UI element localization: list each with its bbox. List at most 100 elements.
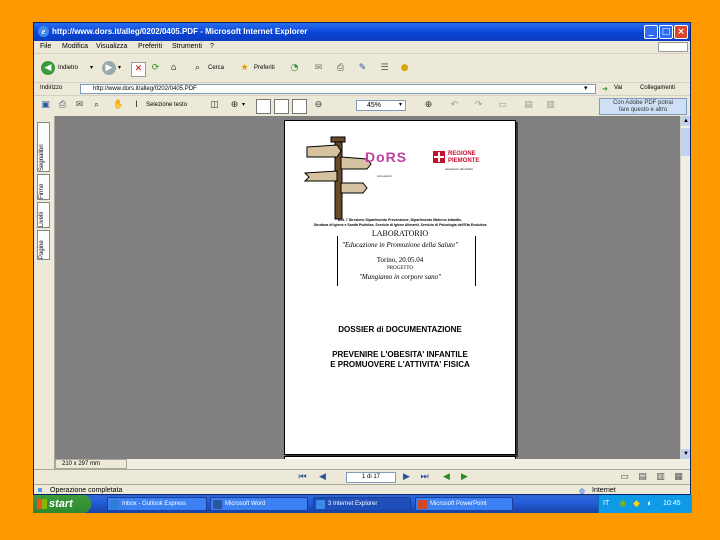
- favorites-star-icon[interactable]: ★: [238, 62, 251, 75]
- select-text-button[interactable]: Selezione testo: [146, 102, 187, 108]
- scroll-thumb[interactable]: [681, 128, 690, 156]
- stop-icon[interactable]: ✕: [131, 62, 146, 77]
- scroll-down-icon[interactable]: ▼: [681, 449, 690, 459]
- hand-tool-icon[interactable]: ✋: [112, 99, 125, 112]
- menu-tools[interactable]: Strumenti: [172, 43, 202, 50]
- rotate-left-icon[interactable]: ↶: [448, 99, 461, 112]
- pdf-search-icon[interactable]: ⌕: [90, 99, 103, 112]
- favorites-button-label[interactable]: Preferiti: [254, 65, 275, 71]
- two-page-icon[interactable]: ▤: [522, 99, 535, 112]
- fit-width-icon[interactable]: [292, 99, 307, 114]
- facing-icon[interactable]: ▥: [654, 471, 667, 484]
- title-bar[interactable]: e http://www.dors.it/alleg/0202/0405.PDF…: [34, 23, 690, 41]
- start-button[interactable]: start: [33, 495, 91, 513]
- tab-bookmarks[interactable]: Segnalibri: [37, 122, 50, 172]
- taskbar: start Inbox - Outlook Express Microsoft …: [33, 495, 692, 513]
- zoom-select-dropdown-icon[interactable]: ▾: [399, 101, 402, 108]
- print-icon[interactable]: ⎙: [334, 62, 347, 75]
- fit-page-icon[interactable]: [274, 99, 289, 114]
- continuous-page-icon[interactable]: ▭: [496, 99, 509, 112]
- address-input[interactable]: http://www.dors.it/alleg/0202/0405.PDF: [80, 84, 596, 94]
- address-dropdown-icon[interactable]: ▾: [584, 84, 588, 92]
- go-arrow-icon[interactable]: ➔: [602, 85, 608, 93]
- maximize-button[interactable]: □: [659, 25, 673, 39]
- history-icon[interactable]: ◔: [288, 62, 301, 75]
- tab-pages[interactable]: Pagine: [37, 230, 50, 260]
- close-button[interactable]: ×: [674, 25, 688, 39]
- last-page-icon[interactable]: ⏭: [418, 471, 431, 484]
- menu-bar: File Modifica Visualizza Preferiti Strum…: [34, 41, 690, 54]
- back-arrow-icon[interactable]: ◀: [41, 61, 55, 75]
- zoom-dropdown-icon[interactable]: ▾: [242, 101, 245, 108]
- tab-signatures[interactable]: Firme: [37, 174, 50, 200]
- back-button-label[interactable]: Indietro: [58, 65, 78, 71]
- back-dropdown-icon[interactable]: ▾: [90, 64, 93, 71]
- task-powerpoint[interactable]: Microsoft PowerPoint: [415, 497, 513, 511]
- lab-title: LABORATORIO: [371, 229, 429, 238]
- discuss-icon[interactable]: ☰: [378, 62, 391, 75]
- volume-icon[interactable]: ◐: [647, 498, 652, 508]
- adobe-promo-line2: fare questo e altro: [618, 107, 668, 113]
- horizontal-scrollbar[interactable]: 210 x 297 mm: [55, 459, 690, 469]
- continuous-facing-icon[interactable]: ▦: [672, 471, 685, 484]
- previous-view-icon[interactable]: ◀: [440, 471, 453, 484]
- task-word[interactable]: Microsoft Word: [210, 497, 308, 511]
- main-title-line-1: PREVENIRE L'OBESITA' INFANTILE: [332, 350, 468, 359]
- first-page-icon[interactable]: ⏮: [296, 471, 309, 484]
- mail-icon[interactable]: ✉: [312, 62, 325, 75]
- zoom-icon[interactable]: ⊕: [228, 99, 241, 112]
- language-indicator[interactable]: IT: [603, 500, 609, 507]
- adobe-promo-button[interactable]: Con Adobe PDF potrai fare questo e altro: [599, 98, 687, 115]
- page-number-input[interactable]: 1 di 17: [346, 472, 396, 483]
- home-icon[interactable]: ⌂: [167, 62, 180, 75]
- continuous-icon[interactable]: ▤: [636, 471, 649, 484]
- task-internet-explorer[interactable]: 3 Internet Explorer: [313, 497, 411, 511]
- dors-caption: www.dors.it: [377, 174, 392, 178]
- select-text-icon[interactable]: I: [130, 99, 143, 112]
- task-outlook-express[interactable]: Inbox - Outlook Express: [107, 497, 207, 511]
- clock[interactable]: 10:45: [663, 500, 681, 507]
- pdf-page-navigation: ⏮ ◀ 1 di 17 ▶ ⏭ ◀ ▶ ▭ ▤ ▥ ▦: [34, 469, 690, 485]
- rotate-right-icon[interactable]: ↷: [472, 99, 485, 112]
- windows-flag-icon: [37, 499, 47, 509]
- snapshot-icon[interactable]: ◫: [208, 99, 221, 112]
- task-label: 3 Internet Explorer: [328, 501, 378, 507]
- menu-edit[interactable]: Modifica: [62, 43, 88, 50]
- forward-dropdown-icon[interactable]: ▾: [118, 64, 121, 71]
- facing-pages-icon[interactable]: ▥: [544, 99, 557, 112]
- task-label: Microsoft PowerPoint: [430, 501, 487, 507]
- refresh-icon[interactable]: ⟳: [149, 62, 162, 75]
- box-left-border: [337, 236, 338, 286]
- pdf-print-icon[interactable]: ⎙: [56, 99, 69, 112]
- powerpoint-icon: [418, 500, 427, 509]
- document-area[interactable]: DoRS www.dors.it REGIONE PIEMONTE Assess…: [55, 116, 680, 459]
- search-button-label[interactable]: Cerca: [208, 65, 224, 71]
- edit-icon[interactable]: ✎: [356, 62, 369, 75]
- menu-favorites[interactable]: Preferiti: [138, 43, 162, 50]
- dossier-title: DOSSIER di DOCUMENTAZIONE: [338, 325, 462, 334]
- next-view-icon[interactable]: ▶: [458, 471, 471, 484]
- zoom-in-icon[interactable]: ⊕: [422, 99, 435, 112]
- links-button[interactable]: Collegamenti: [640, 85, 675, 91]
- menu-file[interactable]: File: [40, 43, 51, 50]
- scroll-up-icon[interactable]: ▲: [681, 116, 690, 126]
- messenger-icon[interactable]: ●: [398, 62, 411, 75]
- menu-view[interactable]: Visualizza: [96, 43, 127, 50]
- security-icon[interactable]: ◆: [633, 498, 640, 509]
- zoom-out-dropdown-icon[interactable]: [324, 99, 337, 112]
- minimize-button[interactable]: _: [644, 25, 658, 39]
- network-icon[interactable]: ◉: [619, 498, 627, 509]
- go-button[interactable]: Vai: [614, 85, 622, 91]
- pdf-email-icon[interactable]: ✉: [73, 99, 86, 112]
- single-page-icon[interactable]: ▭: [618, 471, 631, 484]
- pdf-save-icon[interactable]: ▣: [39, 99, 52, 112]
- tab-layers[interactable]: Livelli: [37, 202, 50, 228]
- forward-arrow-icon[interactable]: ▶: [102, 61, 116, 75]
- previous-page-icon[interactable]: ◀: [316, 471, 329, 484]
- pdf-page: DoRS www.dors.it REGIONE PIEMONTE Assess…: [284, 120, 516, 455]
- search-icon[interactable]: ⌕: [191, 62, 204, 75]
- next-page-icon[interactable]: ▶: [400, 471, 413, 484]
- menu-help[interactable]: ?: [210, 43, 214, 50]
- actual-size-icon[interactable]: [256, 99, 271, 114]
- vertical-scrollbar[interactable]: ▲ ▼: [680, 116, 690, 459]
